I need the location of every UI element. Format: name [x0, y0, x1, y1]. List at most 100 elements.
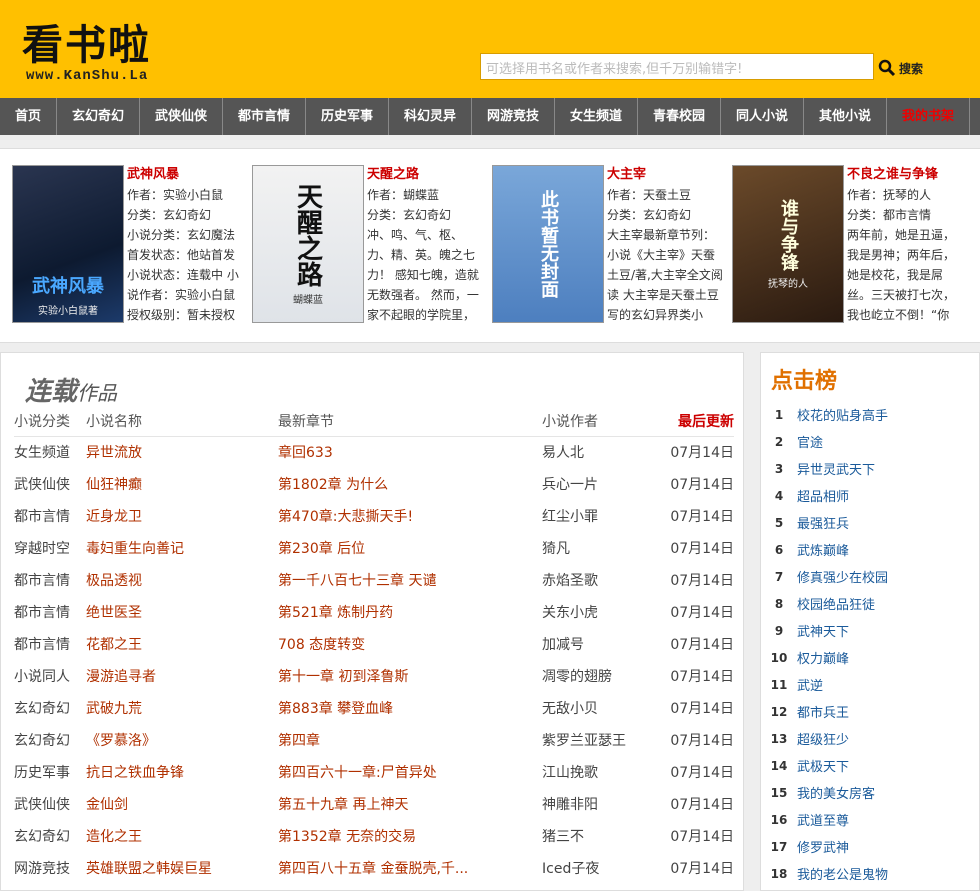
- row-chapter-cell: 第470章:大悲撕天手!: [278, 500, 542, 532]
- ranking-item: 1 校花的贴身高手: [761, 401, 980, 428]
- ranking-book-link[interactable]: 官途: [797, 432, 823, 451]
- book-title-link[interactable]: 花都之王: [86, 637, 142, 653]
- table-row: 玄幻奇幻 武破九荒 第883章 攀登血峰 无敌小贝 07月14日: [14, 692, 734, 724]
- search-input[interactable]: 可选择用书名或作者来搜索,但千万别输错字!: [480, 53, 874, 80]
- row-chapter-cell: 第四百八十五章 金蚕脱壳,千...: [278, 852, 542, 884]
- search-button[interactable]: 搜索: [878, 56, 948, 80]
- ranking-book-link[interactable]: 最强狂兵: [797, 513, 849, 532]
- row-author: 江山挽歌: [542, 765, 598, 781]
- book-title-link[interactable]: 大主宰: [607, 165, 730, 185]
- nav-item[interactable]: 都市言情: [223, 98, 306, 135]
- ranking-book-link[interactable]: 武极天下: [797, 756, 849, 775]
- latest-chapter-link[interactable]: 第1802章 为什么: [278, 477, 388, 493]
- ranking-item: 10 权力巅峰: [761, 644, 980, 671]
- ranking-item: 2 官途: [761, 428, 980, 455]
- row-author: 关东小虎: [542, 605, 598, 621]
- nav-item[interactable]: 我的书架: [887, 98, 970, 135]
- book-title-link[interactable]: 英雄联盟之韩娱巨星: [86, 861, 212, 877]
- book-title-link[interactable]: 仙狂神癫: [86, 477, 142, 493]
- rank-number: 16: [770, 812, 788, 827]
- nav-item[interactable]: 玄幻奇幻: [57, 98, 140, 135]
- book-info-line: 两年前，她是丑逼，: [847, 228, 956, 242]
- book-cover[interactable]: 此书暂无封面: [492, 165, 604, 323]
- book-title-link[interactable]: 毒妇重生向善记: [86, 541, 184, 557]
- nav-item[interactable]: 科幻灵异: [389, 98, 472, 135]
- row-category: 女生频道: [14, 445, 70, 462]
- ranking-book-link[interactable]: 我的美女房客: [797, 783, 875, 802]
- latest-chapter-link[interactable]: 第一千八百七十三章 天谴: [278, 573, 436, 589]
- book-title-link[interactable]: 武破九荒: [86, 701, 142, 717]
- row-updated: 07月14日: [670, 509, 734, 525]
- ranking-item: 8 校园绝品狂徒: [761, 590, 980, 617]
- book-title-link[interactable]: 近身龙卫: [86, 509, 142, 525]
- nav-item[interactable]: 同人小说: [721, 98, 804, 135]
- book-title-link[interactable]: 天醒之路: [367, 165, 490, 185]
- book-info-line: 作者：实验小白鼠: [127, 188, 224, 202]
- ranking-book-link[interactable]: 都市兵王: [797, 702, 849, 721]
- ranking-item: 16 武道至尊: [761, 806, 980, 833]
- book-cover[interactable]: 武神风暴 实验小白鼠著: [12, 165, 124, 323]
- featured-book[interactable]: 谁与争锋 抚琴的人 不良之谁与争锋 作者：抚琴的人 分类：都市言情 两年前，她是丑逼， 我是…: [732, 165, 970, 325]
- ranking-book-link[interactable]: 校园绝品狂徒: [797, 594, 875, 613]
- ranking-book-link[interactable]: 修罗武神: [797, 837, 849, 856]
- ranking-book-link[interactable]: 武道至尊: [797, 810, 849, 829]
- latest-chapter-link[interactable]: 第470章:大悲撕天手!: [278, 509, 413, 525]
- ranking-book-link[interactable]: 我的老公是鬼物: [797, 864, 888, 883]
- book-cover[interactable]: 谁与争锋 抚琴的人: [732, 165, 844, 323]
- latest-chapter-link[interactable]: 第230章 后位: [278, 541, 365, 557]
- latest-chapter-link[interactable]: 章回633: [278, 445, 333, 461]
- nav-item[interactable]: 网游竞技: [472, 98, 555, 135]
- ranking-book-link[interactable]: 超级狂少: [797, 729, 849, 748]
- book-info: 天醒之路 作者：蝴蝶蓝 分类：玄幻奇幻 冲、鸣、气、枢、 力、精、英。魄之七 力！ 感知七…: [367, 165, 490, 323]
- latest-chapter-link[interactable]: 第883章 攀登血峰: [278, 701, 393, 717]
- featured-book[interactable]: 天醒之路 蝴蝶蓝 天醒之路 作者：蝴蝶蓝 分类：玄幻奇幻 冲、鸣、气、枢、 力、精、英。魄之…: [252, 165, 490, 325]
- ranking-book-link[interactable]: 武神天下: [797, 621, 849, 640]
- row-author: 红尘小罪: [542, 509, 598, 525]
- row-category: 都市言情: [14, 509, 70, 525]
- nav-item[interactable]: 其他小说: [804, 98, 887, 135]
- row-title-cell: 极品透视: [86, 564, 278, 596]
- table-row: 玄幻奇幻 《罗慕洛》 第四章 紫罗兰亚瑟王 07月14日: [14, 724, 734, 756]
- table-row: 都市言情 近身龙卫 第470章:大悲撕天手! 红尘小罪 07月14日: [14, 500, 734, 532]
- table-row: 历史军事 抗日之铁血争锋 第四百六十一章:尸首异处 江山挽歌 07月14日: [14, 756, 734, 788]
- ranking-book-link[interactable]: 异世灵武天下: [797, 459, 875, 478]
- rank-number: 12: [770, 704, 788, 719]
- site-logo[interactable]: 看书啦 www.KanShu.La: [22, 22, 202, 94]
- ranking-book-link[interactable]: 修真强少在校园: [797, 567, 888, 586]
- latest-chapter-link[interactable]: 第五十九章 再上神天: [278, 797, 408, 813]
- book-title-link[interactable]: 《罗慕洛》: [86, 733, 156, 749]
- latest-chapter-link[interactable]: 第十一章 初到泽鲁斯: [278, 669, 408, 685]
- latest-chapter-link[interactable]: 708 态度转变: [278, 637, 365, 653]
- book-title-link[interactable]: 金仙剑: [86, 797, 128, 813]
- ranking-book-link[interactable]: 权力巅峰: [797, 648, 849, 667]
- book-title-link[interactable]: 抗日之铁血争锋: [86, 765, 184, 781]
- book-title-link[interactable]: 极品透视: [86, 573, 142, 589]
- nav-item[interactable]: 武侠仙侠: [140, 98, 223, 135]
- nav-item[interactable]: 青春校园: [638, 98, 721, 135]
- ranking-book-link[interactable]: 武逆: [797, 675, 823, 694]
- nav-item[interactable]: 首页: [0, 98, 57, 135]
- latest-chapter-link[interactable]: 第四百六十一章:尸首异处: [278, 765, 437, 781]
- featured-book[interactable]: 此书暂无封面 大主宰 作者：天蚕土豆 分类：玄幻奇幻 大主宰最新章节列： 小说《大主宰》天…: [492, 165, 730, 325]
- nav-item[interactable]: 历史军事: [306, 98, 389, 135]
- latest-chapter-link[interactable]: 第四百八十五章 金蚕脱壳,千...: [278, 861, 468, 877]
- featured-book[interactable]: 武神风暴 实验小白鼠著 武神风暴 作者：实验小白鼠 分类：玄幻奇幻 小说分类：玄幻魔法 首发…: [12, 165, 250, 325]
- latest-chapter-link[interactable]: 第四章: [278, 733, 320, 749]
- book-title-link[interactable]: 异世流放: [86, 445, 142, 461]
- book-title-link[interactable]: 武神风暴: [127, 165, 250, 185]
- cover-text: 谁与争锋: [778, 198, 799, 271]
- main-nav: 首页 玄幻奇幻 武侠仙侠 都市言情 历史军事 科幻灵异 网游竞技 女生频道 青春校园 同人小说 其他…: [0, 98, 980, 135]
- nav-item[interactable]: 女生频道: [555, 98, 638, 135]
- book-title-link[interactable]: 绝世医圣: [86, 605, 142, 621]
- book-title-link[interactable]: 造化之王: [86, 829, 142, 845]
- logo-text: 看书啦: [22, 21, 151, 69]
- book-cover[interactable]: 天醒之路 蝴蝶蓝: [252, 165, 364, 323]
- book-info-line: 首发状态：他站首发: [127, 248, 236, 262]
- book-title-link[interactable]: 不良之谁与争锋: [847, 165, 970, 185]
- ranking-book-link[interactable]: 校花的贴身高手: [797, 405, 888, 424]
- latest-chapter-link[interactable]: 第1352章 无奈的交易: [278, 829, 416, 845]
- latest-chapter-link[interactable]: 第521章 炼制丹药: [278, 605, 393, 621]
- ranking-book-link[interactable]: 超品相师: [797, 486, 849, 505]
- book-title-link[interactable]: 漫游追寻者: [86, 669, 156, 685]
- ranking-book-link[interactable]: 武炼巅峰: [797, 540, 849, 559]
